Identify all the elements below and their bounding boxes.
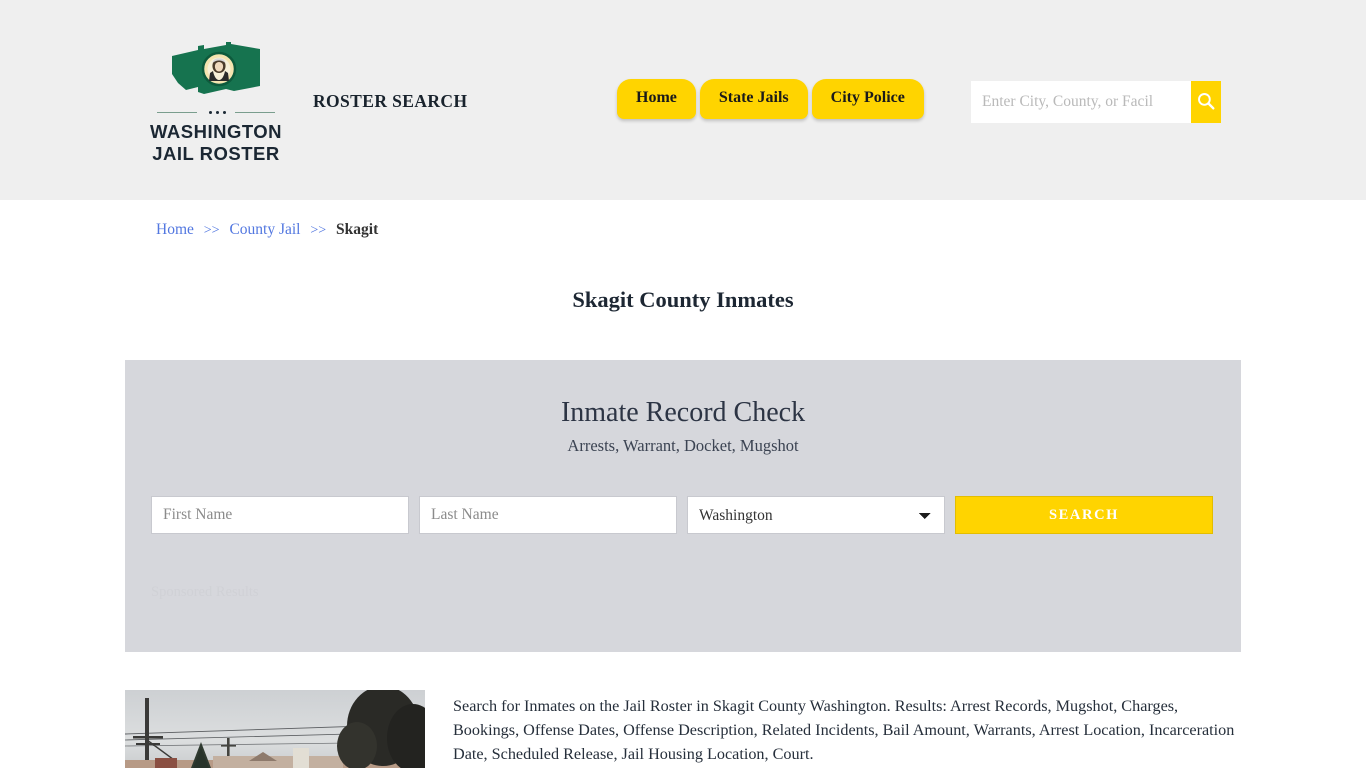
logo-line-2: JAIL ROSTER [152, 142, 280, 164]
search-icon [1196, 91, 1216, 114]
logo-wordmark: WASHINGTON JAIL ROSTER [148, 121, 284, 165]
page-content: Search for Inmates on the Jail Roster in… [125, 690, 1241, 768]
logo-line-1: WASHINGTON [149, 121, 283, 142]
state-select[interactable]: Washington [687, 496, 945, 534]
header-inner: WASHINGTON JAIL ROSTER ROSTER SEARCH Hom… [0, 0, 1366, 200]
first-name-input[interactable] [151, 496, 409, 534]
site-logo[interactable]: WASHINGTON JAIL ROSTER [148, 40, 284, 165]
header-search-button[interactable] [1191, 81, 1221, 123]
header-search-box [971, 81, 1221, 123]
logo-divider [157, 108, 275, 117]
inmate-search-form: Washington SEARCH [151, 496, 1215, 534]
panel-title: Inmate Record Check [560, 397, 806, 428]
nav-state-jails[interactable]: State Jails [699, 79, 808, 119]
inmate-record-check-panel: Inmate Record Check Arrests, Warrant, Do… [125, 360, 1241, 652]
breadcrumb-item-county-jail[interactable]: County Jail [229, 221, 300, 238]
jail-photo [125, 690, 425, 768]
header-search-input[interactable] [971, 81, 1191, 123]
breadcrumb: Home >> County Jail >> Skagit [156, 221, 378, 239]
site-header: WASHINGTON JAIL ROSTER ROSTER SEARCH Hom… [0, 0, 1366, 200]
washington-state-flag-icon [168, 40, 264, 102]
sponsored-results-label: Sponsored Results [151, 584, 259, 600]
breadcrumb-separator: >> [203, 223, 220, 238]
nav-city-police[interactable]: City Police [811, 79, 924, 119]
site-tagline: ROSTER SEARCH [313, 91, 468, 111]
inmate-search-button[interactable]: SEARCH [955, 496, 1213, 534]
panel-subtitle: Arrests, Warrant, Docket, Mugshot [567, 436, 799, 456]
breadcrumb-item-home[interactable]: Home [156, 221, 194, 238]
nav-home[interactable]: Home [617, 79, 696, 119]
main-navigation: Home State Jails City Police [617, 79, 924, 119]
last-name-input[interactable] [419, 496, 677, 534]
page-description: Search for Inmates on the Jail Roster in… [453, 697, 1235, 763]
page-title: Skagit County Inmates [572, 287, 794, 313]
breadcrumb-separator: >> [310, 223, 327, 238]
breadcrumb-item-current: Skagit [336, 221, 379, 238]
